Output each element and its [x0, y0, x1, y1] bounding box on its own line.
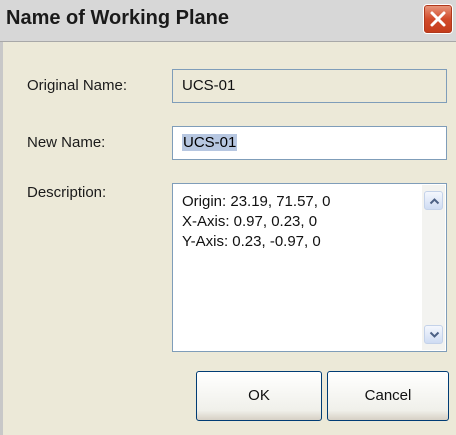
title-bar[interactable]: Name of Working Plane: [0, 0, 456, 42]
description-textarea[interactable]: Origin: 23.19, 71.57, 0 X-Axis: 0.97, 0.…: [172, 183, 447, 352]
close-button[interactable]: [423, 4, 453, 34]
close-icon: [430, 11, 446, 27]
description-label: Description:: [27, 184, 107, 201]
description-line: Y-Axis: 0.23, -0.97, 0: [182, 233, 321, 250]
chevron-down-icon: [429, 331, 440, 338]
working-plane-dialog: Name of Working Plane Original Name: UCS…: [0, 0, 456, 435]
ok-button[interactable]: OK: [196, 371, 322, 421]
new-name-input[interactable]: UCS-01: [172, 126, 447, 160]
cancel-button[interactable]: Cancel: [327, 371, 449, 421]
original-name-value: UCS-01: [182, 77, 236, 94]
scroll-up-button[interactable]: [424, 191, 443, 210]
new-name-label: New Name:: [27, 134, 106, 151]
window-border: [0, 42, 3, 435]
new-name-value: UCS-01: [182, 134, 238, 151]
window-title: Name of Working Plane: [6, 7, 230, 29]
chevron-up-icon: [429, 198, 440, 205]
description-line: X-Axis: 0.97, 0.23, 0: [182, 213, 318, 230]
description-line: Origin: 23.19, 71.57, 0: [182, 193, 331, 210]
original-name-field: UCS-01: [172, 69, 447, 103]
vertical-scrollbar[interactable]: [422, 185, 445, 350]
scroll-down-button[interactable]: [424, 325, 443, 344]
original-name-label: Original Name:: [27, 77, 128, 94]
